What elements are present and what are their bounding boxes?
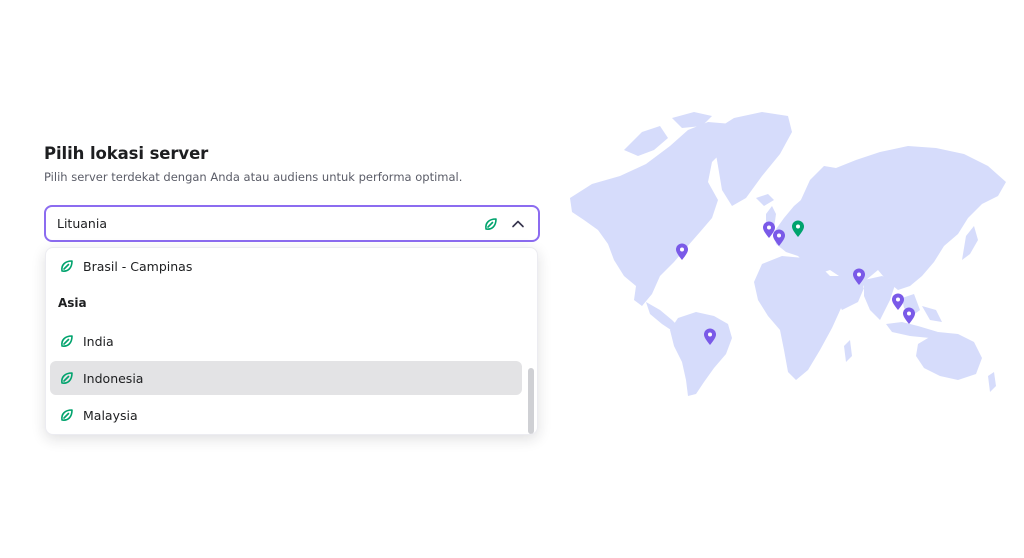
- map-pin-brazil[interactable]: [703, 328, 717, 346]
- chevron-up-icon[interactable]: [510, 216, 526, 232]
- option-brasil-campinas[interactable]: Brasil - Campinas: [50, 249, 522, 283]
- server-location-dropdown: Brasil - Campinas Asia India Indonesia M…: [45, 247, 538, 435]
- select-value: Lituania: [57, 216, 107, 231]
- map-pin-lithuania[interactable]: [791, 220, 805, 238]
- option-indonesia[interactable]: Indonesia: [50, 361, 522, 395]
- group-header-asia: Asia: [58, 296, 87, 310]
- option-label: Brasil - Campinas: [83, 258, 193, 274]
- map-pin-india[interactable]: [852, 268, 866, 286]
- map-pin-indonesia[interactable]: [902, 307, 916, 325]
- dropdown-scrollbar[interactable]: [528, 368, 534, 434]
- leaf-icon: [59, 258, 75, 274]
- world-map: [562, 110, 1008, 400]
- page-title: Pilih lokasi server: [44, 144, 209, 163]
- server-location-panel: Pilih lokasi server Pilih server terdeka…: [44, 144, 540, 435]
- leaf-icon: [483, 216, 499, 232]
- map-pin-france[interactable]: [772, 229, 786, 247]
- option-india[interactable]: India: [50, 324, 522, 358]
- page-subtitle: Pilih server terdekat dengan Anda atau a…: [44, 170, 463, 184]
- world-map-graphic: [570, 112, 1006, 396]
- leaf-icon: [59, 370, 75, 386]
- option-label: India: [83, 333, 114, 349]
- leaf-icon: [59, 407, 75, 423]
- option-malaysia[interactable]: Malaysia: [50, 398, 522, 432]
- option-label: Malaysia: [83, 407, 138, 423]
- option-label: Indonesia: [83, 370, 144, 386]
- map-pin-usa[interactable]: [675, 243, 689, 261]
- leaf-icon: [59, 333, 75, 349]
- server-location-select[interactable]: Lituania: [44, 205, 540, 242]
